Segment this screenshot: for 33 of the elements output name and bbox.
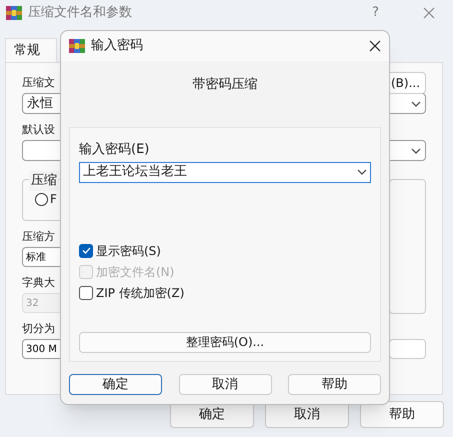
radio-label: F bbox=[50, 191, 57, 208]
tab[interactable]: 常规 bbox=[5, 38, 57, 62]
checkbox-label: 加密文件名(N) bbox=[96, 264, 174, 280]
dialog-heading: 带密码压缩 bbox=[192, 76, 258, 94]
archive-icon bbox=[6, 5, 22, 21]
chevron-down-icon bbox=[411, 148, 421, 154]
window-title: 压缩文件名和参数 bbox=[28, 4, 132, 22]
organize-passwords-button[interactable]: 整理密码(O)... bbox=[79, 332, 371, 352]
help-icon[interactable]: ? bbox=[372, 3, 379, 23]
close-icon[interactable] bbox=[369, 40, 381, 52]
field-label: 字典大 bbox=[22, 274, 55, 291]
field-label: 压缩文 bbox=[22, 74, 55, 91]
dialog-title: 输入密码 bbox=[91, 37, 143, 56]
password-field[interactable]: 上老王论坛当老王 bbox=[79, 162, 371, 182]
dialog-button[interactable]: 取消 bbox=[178, 374, 272, 395]
radio-button[interactable] bbox=[35, 192, 48, 206]
archive-icon bbox=[69, 38, 85, 54]
field-label: 压缩方 bbox=[22, 228, 55, 245]
group-label: 压缩 bbox=[29, 171, 59, 190]
text-field[interactable] bbox=[389, 339, 426, 359]
chevron-down-icon bbox=[357, 169, 367, 175]
field-label: 默认设 bbox=[22, 122, 55, 138]
dialog-button[interactable]: 确定 bbox=[69, 374, 162, 395]
chevron-down-icon bbox=[411, 100, 421, 106]
check-icon bbox=[82, 247, 90, 254]
checkbox[interactable] bbox=[79, 286, 93, 300]
password-label: 输入密码(E) bbox=[79, 141, 150, 159]
checkbox-label: ZIP 传统加密(Z) bbox=[96, 284, 184, 302]
dialog-button[interactable]: 帮助 bbox=[360, 401, 444, 428]
field-label: 切分为 bbox=[22, 320, 55, 337]
dialog-button[interactable]: 帮助 bbox=[288, 374, 381, 395]
checkbox-label: 显示密码(S) bbox=[96, 242, 161, 260]
checkbox[interactable] bbox=[79, 244, 93, 258]
